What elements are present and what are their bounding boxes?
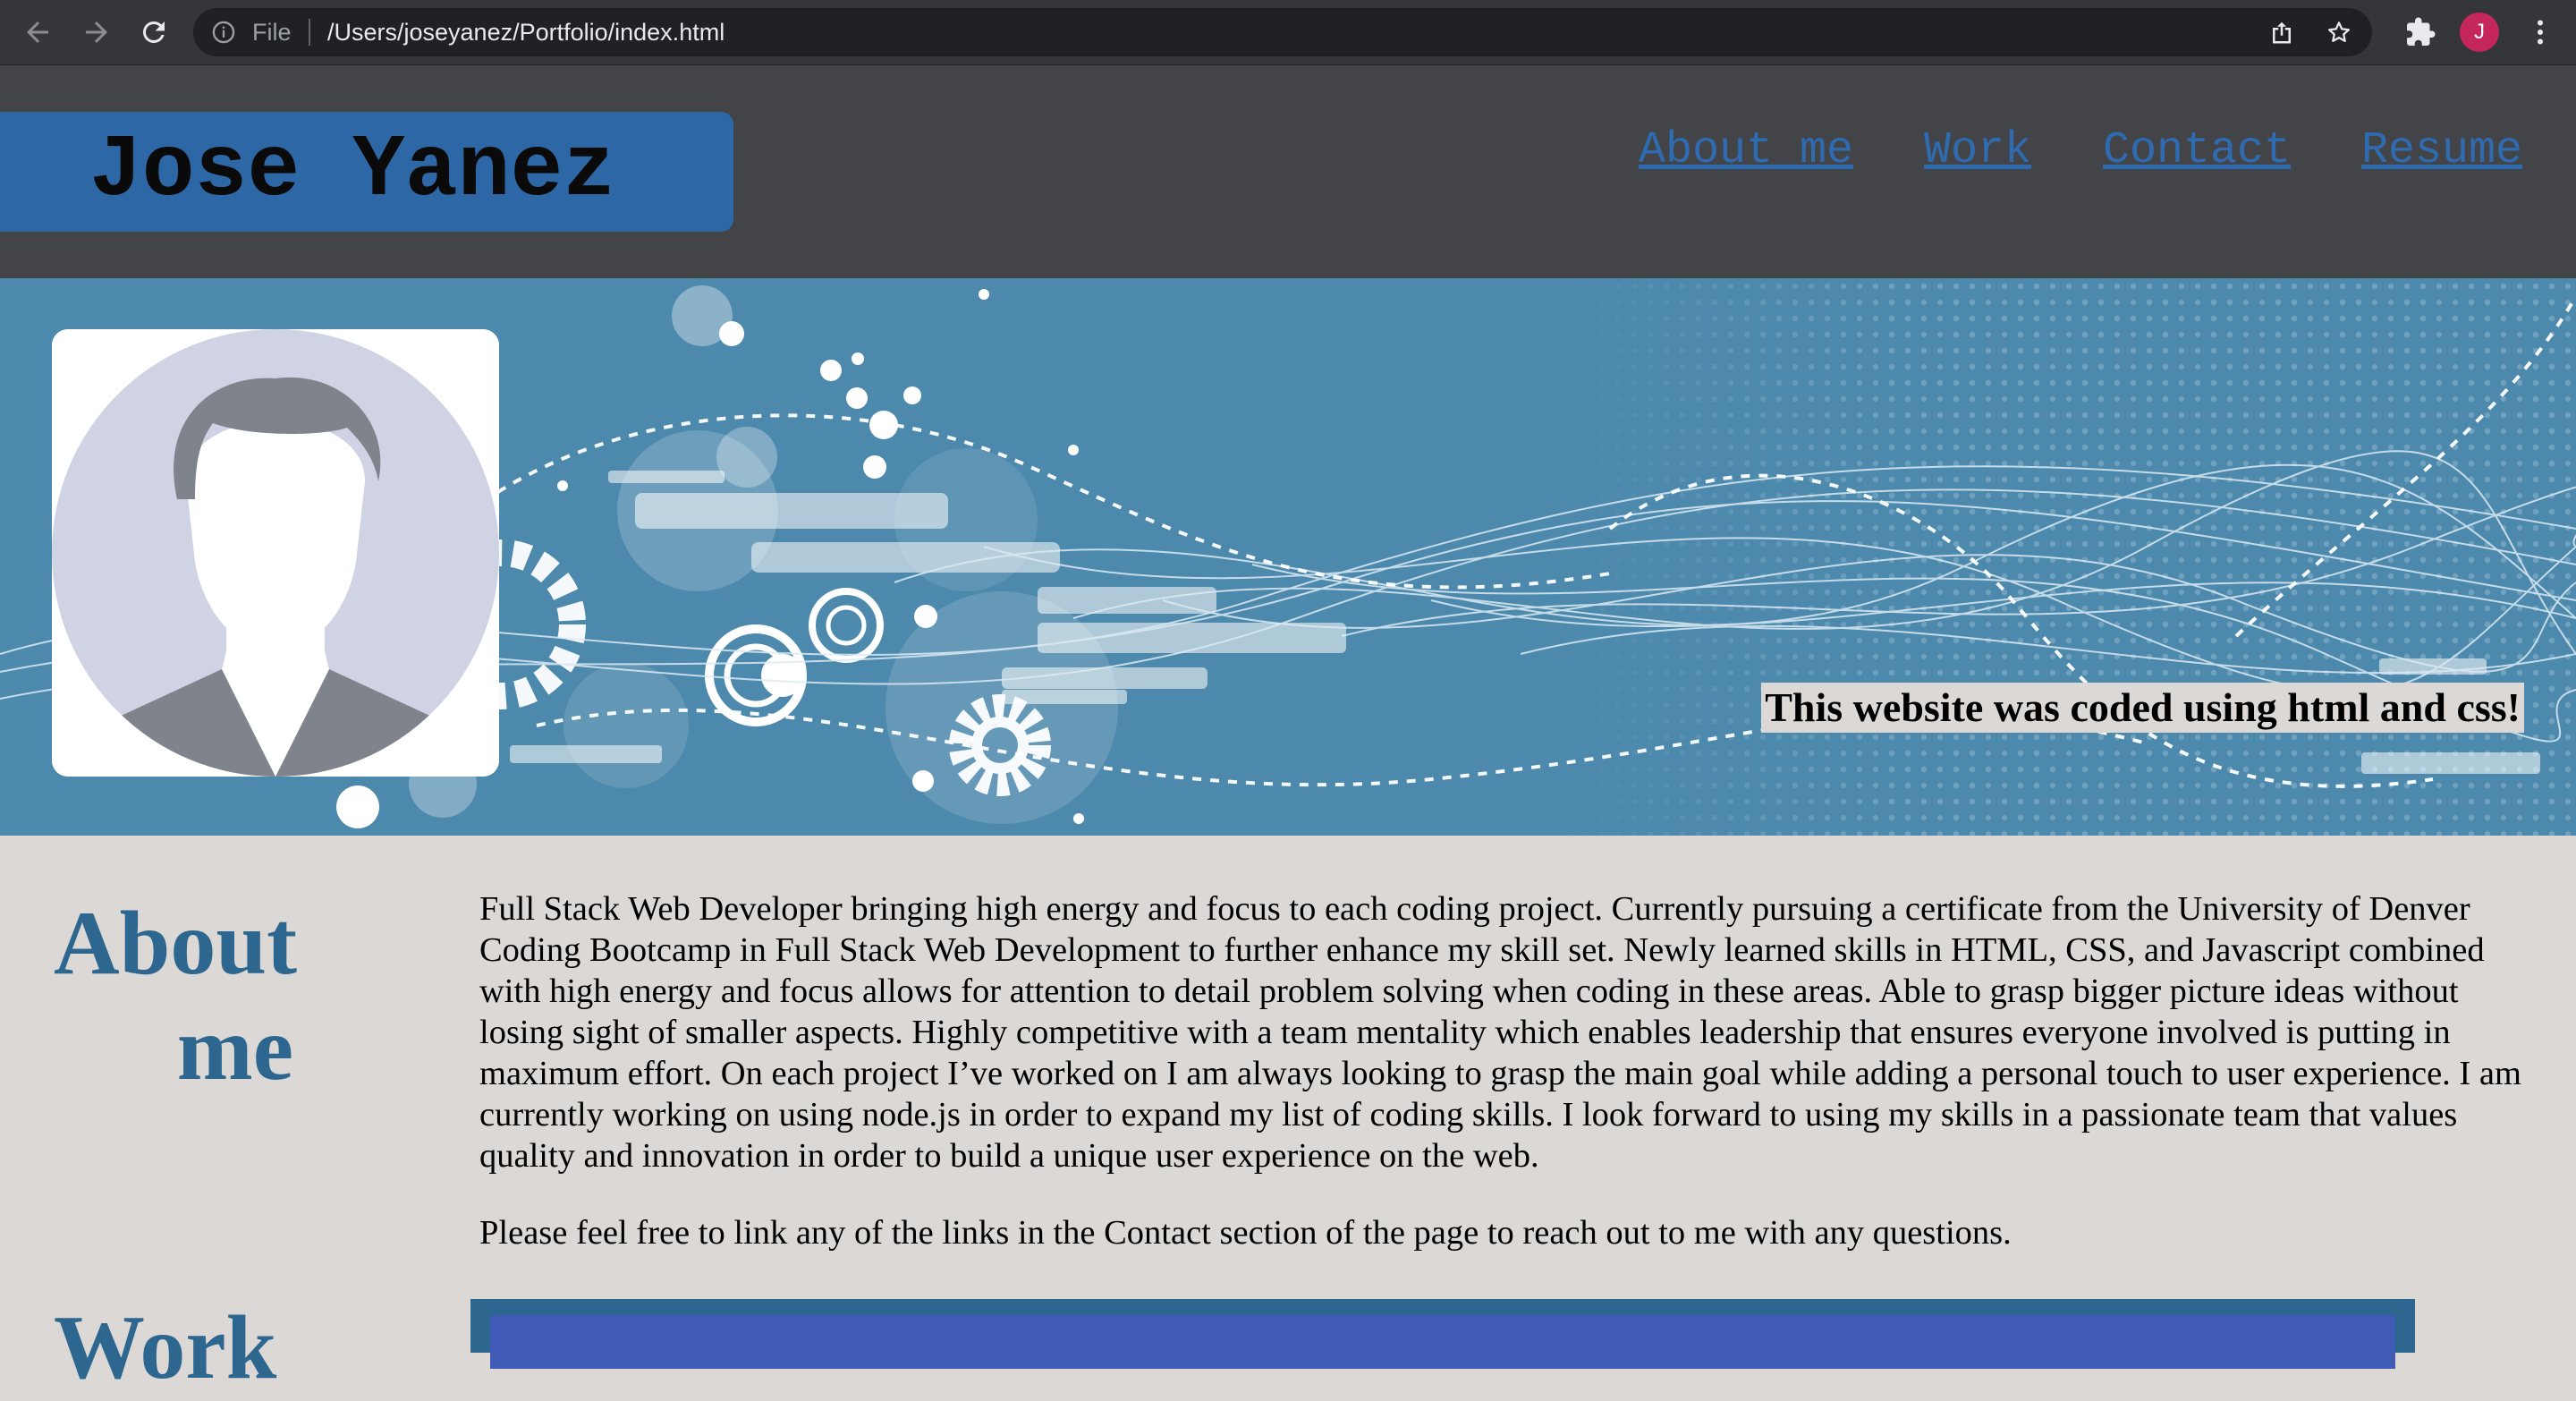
name-banner: Jose Yanez <box>0 112 733 232</box>
address-bar[interactable]: File /Users/joseyanez/Portfolio/index.ht… <box>193 8 2372 56</box>
nav-link-contact[interactable]: Contact <box>2103 124 2291 178</box>
site-header: Jose Yanez About me Work Contact Resume <box>0 65 2576 278</box>
arrow-left-icon <box>27 21 48 43</box>
profile-avatar-button[interactable]: J <box>2460 13 2499 52</box>
reload-icon <box>142 21 165 43</box>
url-text[interactable]: /Users/joseyanez/Portfolio/index.html <box>327 8 724 56</box>
work-heading: Work <box>54 1297 277 1398</box>
nav-link-resume[interactable]: Resume <box>2361 124 2522 178</box>
address-separator <box>309 19 310 46</box>
about-paragraph-1: Full Stack Web Developer bringing high e… <box>479 890 2521 1175</box>
about-heading-line1: About <box>54 893 298 994</box>
reload-button[interactable] <box>138 16 170 48</box>
file-scheme-label: File <box>252 19 292 46</box>
about-content: Full Stack Web Developer bringing high e… <box>479 888 2528 1289</box>
forward-button[interactable] <box>80 16 113 48</box>
hero-banner: This website was coded using html and cs… <box>0 278 2576 836</box>
extensions-puzzle-icon[interactable] <box>2404 16 2436 48</box>
bookmark-star-icon[interactable] <box>2326 19 2352 46</box>
work-project-card[interactable] <box>470 1299 2415 1369</box>
back-button[interactable] <box>21 16 54 48</box>
nav-link-work[interactable]: Work <box>1924 124 2031 178</box>
profile-photo <box>52 329 499 777</box>
default-avatar-icon <box>52 329 499 777</box>
nav-link-about-me[interactable]: About me <box>1639 124 1853 178</box>
about-heading: About me <box>54 891 297 1102</box>
info-icon[interactable] <box>211 20 236 45</box>
about-paragraph-2: Please feel free to link any of the link… <box>479 1214 2012 1252</box>
hero-caption: This website was coded using html and cs… <box>1761 683 2524 733</box>
work-project-image <box>490 1315 2395 1369</box>
about-heading-line2: me <box>176 998 293 1100</box>
arrow-right-icon <box>86 21 107 43</box>
share-icon[interactable] <box>2268 19 2295 46</box>
browser-toolbar: File /Users/joseyanez/Portfolio/index.ht… <box>0 0 2576 65</box>
more-menu-icon[interactable] <box>2524 16 2556 48</box>
site-title: Jose Yanez <box>89 122 616 221</box>
